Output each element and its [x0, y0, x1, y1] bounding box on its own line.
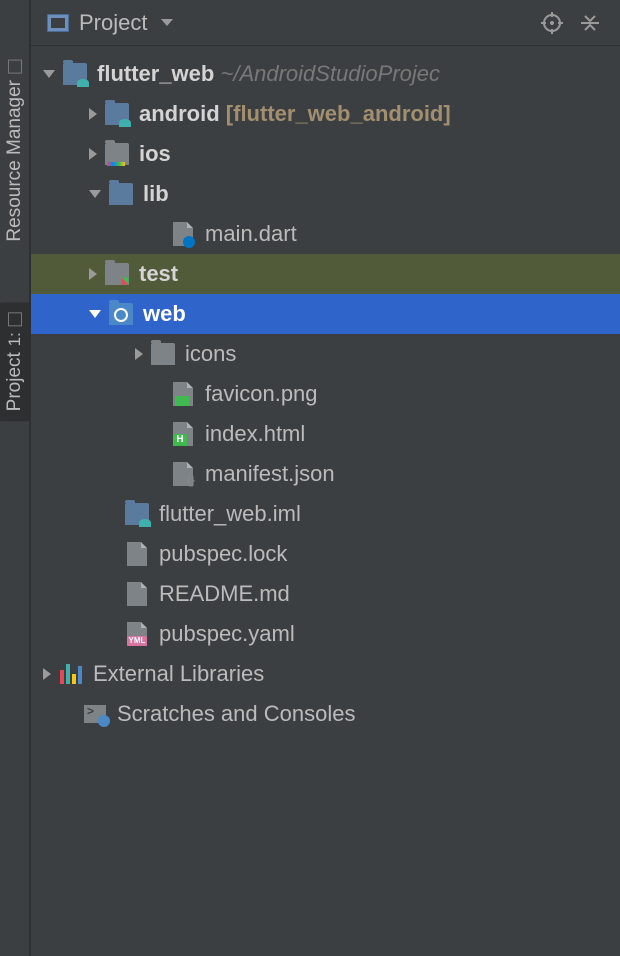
leaf-spacer — [151, 228, 163, 240]
project-toolbar: Project — [31, 0, 620, 46]
tree-row-pubspec-yaml[interactable]: YML pubspec.yaml — [31, 614, 620, 654]
tree-label: favicon.png — [205, 381, 318, 407]
tree-label: ios — [139, 141, 171, 167]
project-tree[interactable]: flutter_web ~/AndroidStudioProjec androi… — [31, 46, 620, 956]
tree-label: manifest.json — [205, 461, 335, 487]
tree-label: Scratches and Consoles — [117, 701, 355, 727]
side-tab-label: Resource Manager — [4, 80, 26, 242]
project-view-icon — [47, 14, 69, 32]
text-file-icon — [127, 582, 147, 606]
project-icon — [8, 312, 22, 326]
collapse-icon[interactable] — [576, 9, 604, 37]
leaf-spacer — [151, 428, 163, 440]
iml-file-icon — [125, 503, 149, 525]
yaml-file-icon: YML — [127, 622, 147, 646]
expand-arrow-icon[interactable] — [89, 310, 101, 318]
project-view-title[interactable]: Project — [79, 10, 147, 36]
tree-row-main-dart[interactable]: main.dart — [31, 214, 620, 254]
tree-row-android[interactable]: android [flutter_web_android] — [31, 94, 620, 134]
tree-label: lib — [143, 181, 169, 207]
tree-label: README.md — [159, 581, 290, 607]
tree-root-row[interactable]: flutter_web ~/AndroidStudioProjec — [31, 54, 620, 94]
tree-row-pubspec-lock[interactable]: pubspec.lock — [31, 534, 620, 574]
json-file-icon: {} — [173, 462, 193, 486]
tree-row-index-html[interactable]: H index.html — [31, 414, 620, 454]
tree-row-readme[interactable]: README.md — [31, 574, 620, 614]
tree-label: index.html — [205, 421, 305, 447]
dart-file-icon — [173, 222, 193, 246]
expand-arrow-icon[interactable] — [89, 190, 101, 198]
tree-label: External Libraries — [93, 661, 264, 687]
leaf-spacer — [151, 388, 163, 400]
tree-row-scratches[interactable]: Scratches and Consoles — [31, 694, 620, 734]
scratches-icon — [84, 705, 106, 723]
module-name: [flutter_web_android] — [226, 101, 451, 127]
tree-label: main.dart — [205, 221, 297, 247]
leaf-spacer — [105, 628, 117, 640]
expand-arrow-icon[interactable] — [89, 268, 97, 280]
tree-row-favicon[interactable]: favicon.png — [31, 374, 620, 414]
project-panel: Project flutter_web ~/AndroidStudioProje… — [30, 0, 620, 956]
flutter-project-folder-icon — [63, 63, 87, 85]
tree-row-external-libs[interactable]: External Libraries — [31, 654, 620, 694]
leaf-spacer — [63, 708, 75, 720]
expand-arrow-icon[interactable] — [89, 108, 97, 120]
tree-row-manifest[interactable]: {} manifest.json — [31, 454, 620, 494]
tree-path: ~/AndroidStudioProjec — [220, 61, 440, 87]
image-file-icon — [173, 382, 193, 406]
leaf-spacer — [151, 468, 163, 480]
leaf-spacer — [105, 588, 117, 600]
tree-label: web — [143, 301, 186, 327]
tree-label: pubspec.yaml — [159, 621, 295, 647]
resource-manager-icon — [8, 60, 22, 74]
chevron-down-icon[interactable] — [161, 19, 173, 26]
expand-arrow-icon[interactable] — [43, 70, 55, 78]
text-file-icon — [127, 542, 147, 566]
tree-label: icons — [185, 341, 236, 367]
side-tab-resource-manager[interactable]: Resource Manager — [4, 60, 26, 242]
tree-label: test — [139, 261, 178, 287]
side-tab-label: Project — [4, 352, 26, 411]
tree-row-icons[interactable]: icons — [31, 334, 620, 374]
side-tab-project[interactable]: Project 1: — [0, 302, 30, 421]
locate-icon[interactable] — [538, 9, 566, 37]
module-folder-icon — [105, 103, 129, 125]
expand-arrow-icon[interactable] — [43, 668, 51, 680]
tree-label: pubspec.lock — [159, 541, 287, 567]
tree-label: flutter_web.iml — [159, 501, 301, 527]
tree-row-ios[interactable]: ios — [31, 134, 620, 174]
source-folder-icon — [109, 183, 133, 205]
tree-row-web[interactable]: web — [31, 294, 620, 334]
expand-arrow-icon[interactable] — [89, 148, 97, 160]
side-tab-num: 1: — [5, 332, 25, 346]
tree-row-iml[interactable]: flutter_web.iml — [31, 494, 620, 534]
ios-folder-icon — [105, 143, 129, 165]
tree-row-test[interactable]: test — [31, 254, 620, 294]
html-file-icon: H — [173, 422, 193, 446]
leaf-spacer — [105, 548, 117, 560]
folder-icon — [151, 343, 175, 365]
test-folder-icon — [105, 263, 129, 285]
tree-label: flutter_web — [97, 61, 214, 87]
leaf-spacer — [105, 508, 117, 520]
tree-label: android — [139, 101, 220, 127]
libraries-icon — [60, 664, 82, 684]
expand-arrow-icon[interactable] — [135, 348, 143, 360]
web-folder-icon — [109, 303, 133, 325]
tree-row-lib[interactable]: lib — [31, 174, 620, 214]
side-tool-tabs: Resource Manager Project 1: — [0, 0, 30, 956]
